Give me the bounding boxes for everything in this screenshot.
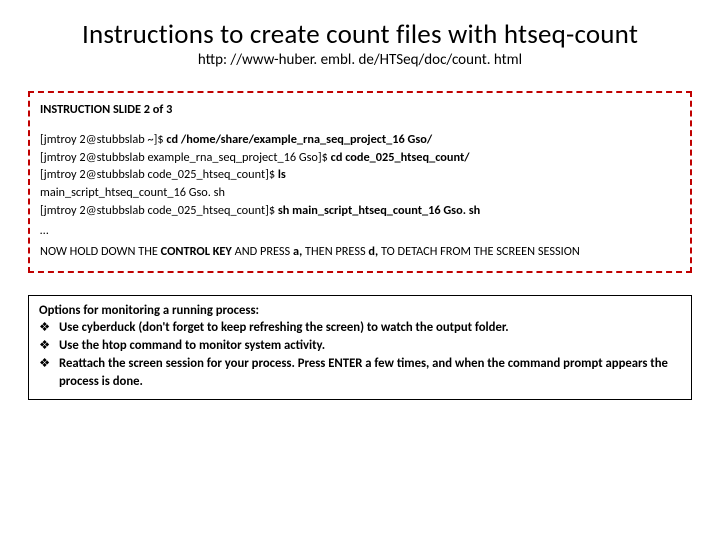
prompt-text: [jmtroy 2@stubbslab ~]$ (40, 132, 166, 147)
page-title: Instructions to create count files with … (28, 18, 692, 51)
detach-key: a, (293, 244, 305, 259)
output-text: main_script_htseq_count_16 Gso. sh (40, 185, 225, 200)
detach-text: NOW HOLD DOWN THE (40, 244, 161, 259)
option-item: ❖ Reattach the screen session for your p… (39, 355, 681, 391)
bullet-icon: ❖ (39, 355, 59, 391)
terminal-line-5: [jmtroy 2@stubbslab code_025_htseq_count… (40, 202, 680, 220)
bullet-icon: ❖ (39, 337, 59, 355)
slide-label: INSTRUCTION SLIDE 2 of 3 (40, 101, 680, 119)
detach-text: AND PRESS (235, 244, 293, 259)
detach-key: CONTROL KEY (161, 244, 235, 259)
page-subtitle: http: //www-huber. embl. de/HTSeq/doc/co… (28, 51, 692, 69)
bullet-icon: ❖ (39, 319, 59, 337)
command-text: ls (278, 167, 286, 182)
ellipsis: … (40, 222, 680, 240)
option-text: Use cyberduck (don't forget to keep refr… (59, 319, 681, 337)
prompt-text: [jmtroy 2@stubbslab code_025_htseq_count… (40, 203, 278, 218)
prompt-text: [jmtroy 2@stubbslab code_025_htseq_count… (40, 167, 278, 182)
option-item: ❖ Use cyberduck (don't forget to keep re… (39, 319, 681, 337)
instruction-box: INSTRUCTION SLIDE 2 of 3 [jmtroy 2@stubb… (28, 91, 692, 273)
command-text: sh main_script_htseq_count_16 Gso. sh (278, 203, 480, 218)
option-text: Use the htop command to monitor system a… (59, 337, 681, 355)
option-text: Reattach the screen session for your pro… (59, 355, 681, 391)
detach-key: d, (368, 244, 381, 259)
detach-text: TO DETACH FROM THE SCREEN SESSION (381, 244, 580, 259)
terminal-line-2: [jmtroy 2@stubbslab example_rna_seq_proj… (40, 149, 680, 167)
terminal-line-4: main_script_htseq_count_16 Gso. sh (40, 184, 680, 202)
command-text: cd code_025_htseq_count/ (331, 150, 470, 165)
detach-text: THEN PRESS (305, 244, 368, 259)
terminal-line-3: [jmtroy 2@stubbslab code_025_htseq_count… (40, 166, 680, 184)
options-box: Options for monitoring a running process… (28, 295, 692, 400)
options-header: Options for monitoring a running process… (39, 302, 681, 320)
prompt-text: [jmtroy 2@stubbslab example_rna_seq_proj… (40, 150, 331, 165)
detach-instruction: NOW HOLD DOWN THE CONTROL KEY AND PRESS … (40, 243, 680, 261)
option-item: ❖ Use the htop command to monitor system… (39, 337, 681, 355)
command-text: cd /home/share/example_rna_seq_project_1… (166, 132, 432, 147)
terminal-line-1: [jmtroy 2@stubbslab ~]$ cd /home/share/e… (40, 131, 680, 149)
